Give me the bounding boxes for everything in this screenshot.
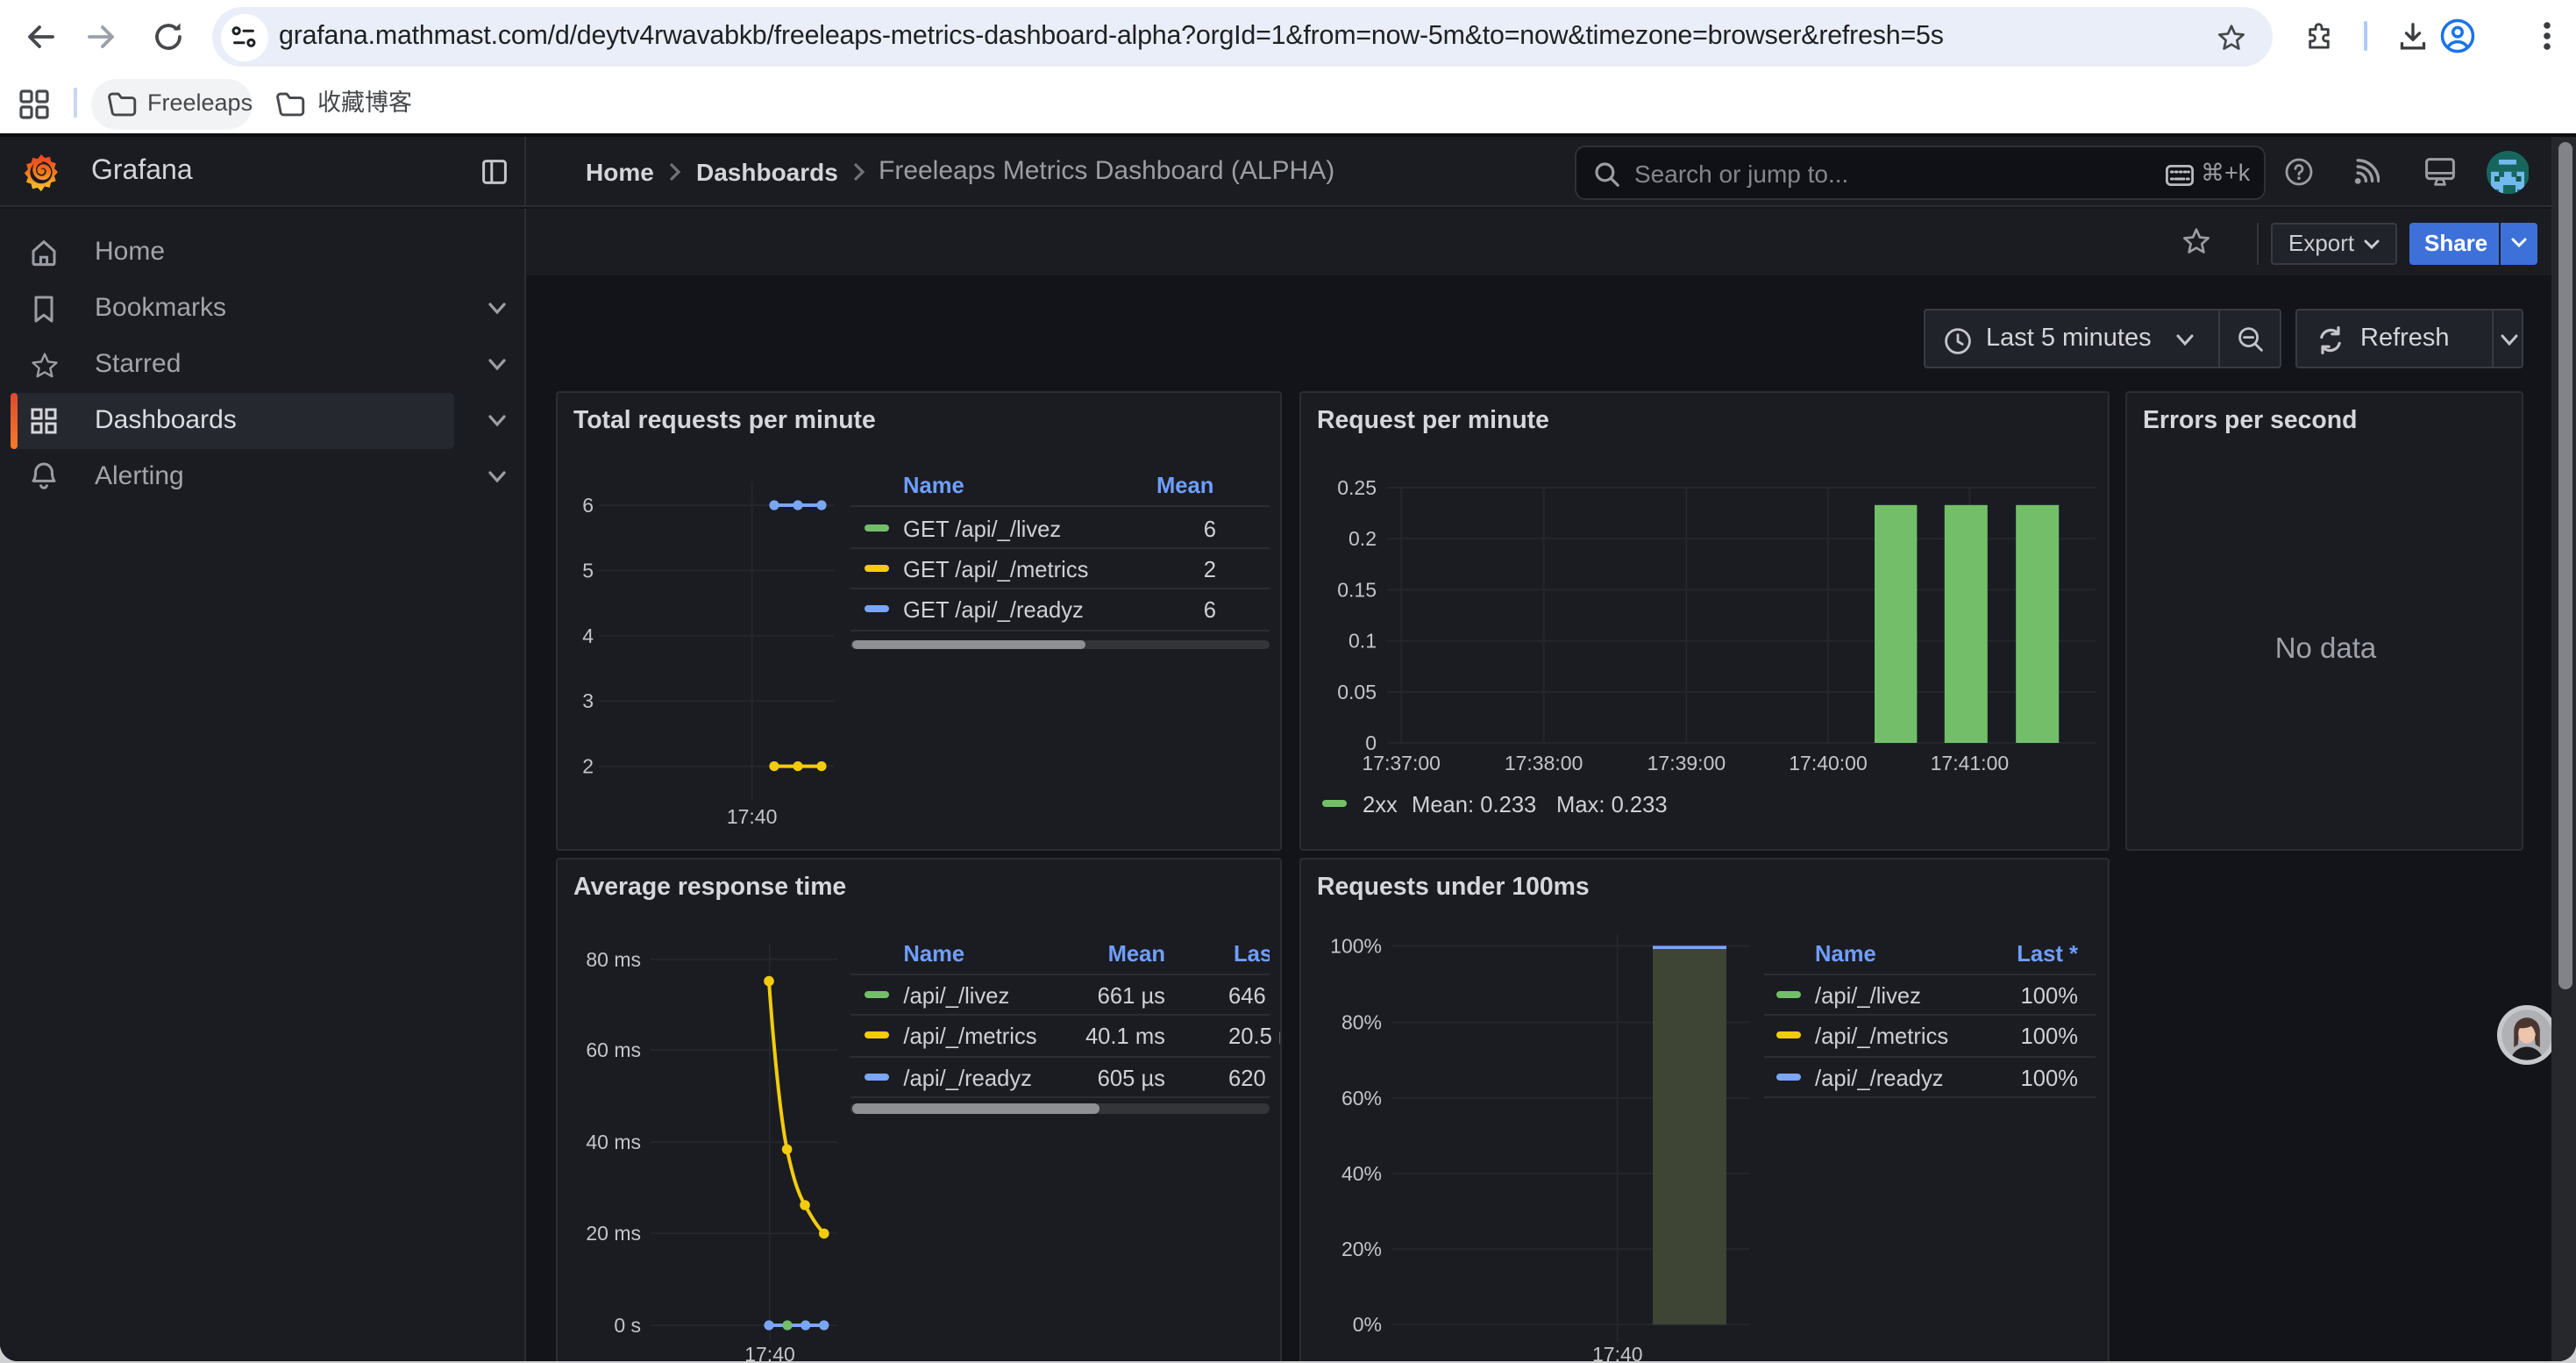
svg-text:2: 2 [581,755,593,778]
svg-text:3: 3 [581,689,593,712]
svg-text:0.25: 0.25 [1336,476,1376,499]
svg-text:0.1: 0.1 [1348,630,1376,653]
svg-text:17:40: 17:40 [744,1342,794,1360]
svg-text:40%: 40% [1341,1161,1381,1184]
svg-text:0 s: 0 s [613,1313,640,1336]
svg-text:17:39:00: 17:39:00 [1647,752,1726,774]
svg-text:17:40:00: 17:40:00 [1788,752,1867,774]
svg-text:17:41:00: 17:41:00 [1930,752,2009,774]
svg-text:0.15: 0.15 [1336,578,1376,601]
svg-text:17:40: 17:40 [726,805,777,828]
svg-text:20 ms: 20 ms [585,1221,640,1244]
svg-text:17:37:00: 17:37:00 [1361,752,1440,774]
svg-text:17:40: 17:40 [1591,1342,1642,1360]
svg-text:40 ms: 40 ms [585,1130,640,1152]
svg-text:4: 4 [581,624,593,647]
svg-text:0%: 0% [1352,1312,1381,1335]
svg-text:20%: 20% [1341,1237,1381,1260]
svg-text:0.05: 0.05 [1336,681,1376,703]
svg-text:0.2: 0.2 [1348,527,1376,550]
svg-text:17:38:00: 17:38:00 [1504,752,1583,774]
